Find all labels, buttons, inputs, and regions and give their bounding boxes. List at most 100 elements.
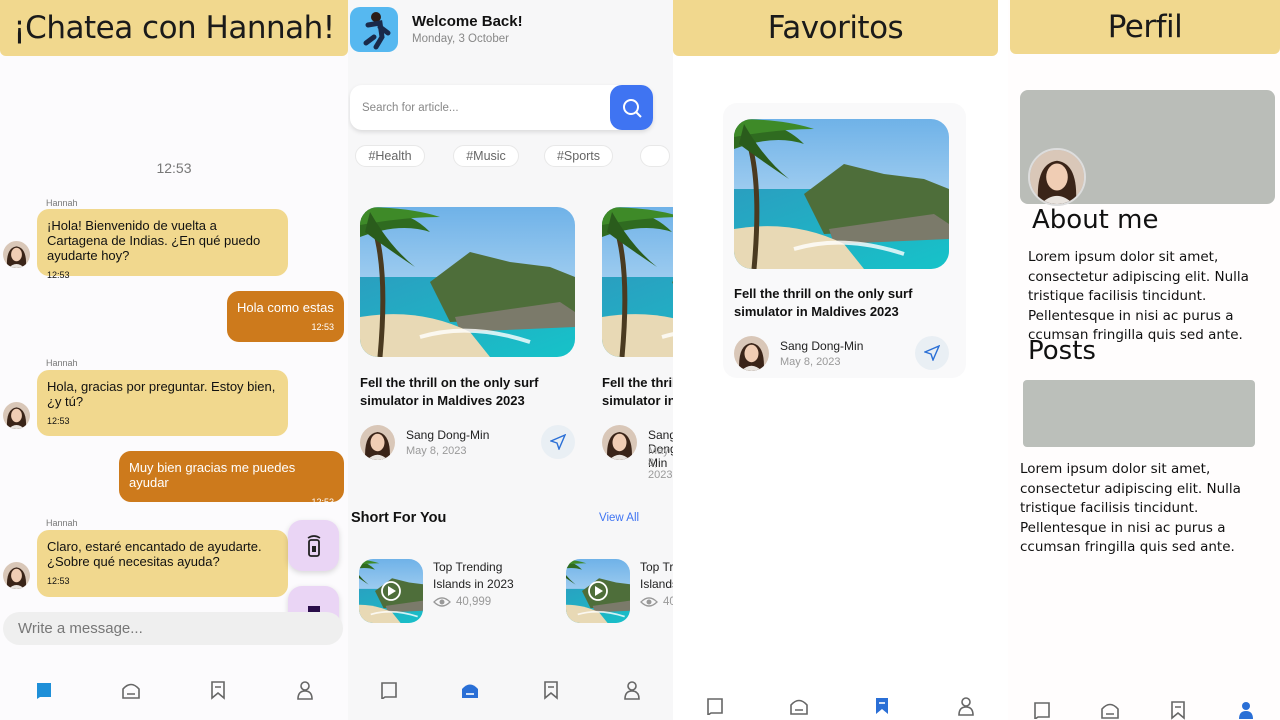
- about-heading: About me: [1032, 205, 1159, 235]
- nav-chat-button[interactable]: [377, 678, 401, 702]
- nav-home-button[interactable]: [1098, 698, 1122, 720]
- current-date: Monday, 3 October: [412, 33, 509, 45]
- message-sender: Hannah: [46, 358, 78, 368]
- profile-avatar[interactable]: [1028, 148, 1086, 206]
- article-date: May 8, 2023: [780, 356, 841, 368]
- chat-title: ¡Chatea con Hannah!: [13, 10, 335, 46]
- nav-bookmark-button[interactable]: [539, 678, 563, 702]
- welcome-heading: Welcome Back!: [412, 13, 523, 30]
- article-title[interactable]: Fell the thrill on the only surf simulat…: [734, 285, 939, 321]
- message-bubble-incoming: Claro, estaré encantado de ayudarte. ¿So…: [37, 530, 288, 597]
- bottom-nav: [1008, 690, 1280, 720]
- article-title[interactable]: Fell the thrill on the only surf simulat…: [360, 374, 565, 410]
- author-name: Sang Dong-Min: [406, 428, 490, 442]
- nav-profile-button[interactable]: [1234, 698, 1258, 720]
- short-title[interactable]: Top Trending Islands in 2023: [640, 559, 673, 593]
- short-section-title: Short For You: [351, 510, 447, 526]
- tag-chip[interactable]: #Health: [355, 145, 425, 167]
- favoritos-title: Favoritos: [767, 10, 904, 46]
- app-logo: [350, 7, 398, 52]
- article-image[interactable]: [360, 207, 575, 357]
- bottom-nav: [673, 686, 1008, 720]
- share-button[interactable]: [541, 425, 575, 459]
- home-icon: [789, 699, 808, 715]
- favoritos-panel: Favoritos Fell the thrill on the only su…: [673, 0, 1008, 720]
- nav-bookmark-button[interactable]: [1166, 698, 1190, 720]
- bookmark-icon: [876, 698, 889, 714]
- message-bubble-incoming: Hola, gracias por preguntar. Estoy bien,…: [37, 370, 288, 436]
- search-icon: [622, 98, 642, 118]
- chat-icon: [380, 682, 397, 699]
- phone-icon: [307, 534, 320, 557]
- share-button[interactable]: [915, 336, 949, 370]
- tag-chip[interactable]: #Music: [453, 145, 519, 167]
- profile-icon: [958, 697, 974, 716]
- chat-title-bar: ¡Chatea con Hannah!: [0, 0, 348, 56]
- view-count: 40,999: [663, 596, 673, 608]
- nav-home-button[interactable]: [119, 678, 143, 702]
- message-text: Claro, estaré encantado de ayudarte. ¿So…: [47, 539, 262, 569]
- article-image[interactable]: [602, 207, 673, 357]
- short-views: 40,999: [433, 596, 491, 608]
- nav-home-button[interactable]: [458, 678, 482, 702]
- nav-home-button[interactable]: [787, 694, 811, 718]
- short-views: 40,999: [640, 596, 673, 608]
- author-avatar: [602, 425, 637, 460]
- post-image-placeholder[interactable]: [1023, 380, 1255, 447]
- search-button[interactable]: [610, 85, 653, 130]
- article-title[interactable]: Fell the thrill on the only surf simulat…: [602, 374, 673, 410]
- nav-profile-button[interactable]: [293, 678, 317, 702]
- message-time: 12:53: [47, 576, 70, 586]
- message-text: Hola, gracias por preguntar. Estoy bien,…: [47, 379, 276, 409]
- tag-chip-partial[interactable]: [640, 145, 670, 167]
- author-avatar: [734, 336, 769, 371]
- message-input[interactable]: [3, 612, 343, 645]
- short-thumbnail[interactable]: [359, 559, 423, 623]
- article-image[interactable]: [734, 119, 949, 269]
- message-bubble-outgoing: Muy bien gracias me puedes ayudar 12:53: [119, 451, 344, 507]
- chat-timestamp: 12:53: [156, 160, 192, 176]
- home-icon: [461, 684, 478, 698]
- tag-chip[interactable]: #Sports: [544, 145, 613, 167]
- short-title[interactable]: Top Trending Islands in 2023: [433, 559, 543, 593]
- message-sender: Hannah: [46, 518, 78, 528]
- about-text: Lorem ipsum dolor sit amet, consectetur …: [1028, 249, 1249, 343]
- nav-bookmark-button[interactable]: [870, 694, 894, 718]
- nav-chat-button[interactable]: [32, 678, 56, 702]
- message-time: 12:53: [47, 416, 70, 426]
- message-time: 12:53: [311, 497, 334, 507]
- article-date: May 8, 2023: [648, 445, 673, 481]
- bookmark-icon: [1171, 701, 1185, 720]
- send-icon: [924, 345, 940, 361]
- perfil-panel: Perfil About me Lorem ipsum dolor sit am…: [1008, 0, 1280, 720]
- nav-chat-button[interactable]: [703, 694, 727, 718]
- chat-icon: [707, 698, 723, 715]
- message-bubble-outgoing: Hola como estas 12:53: [227, 291, 344, 342]
- runner-icon: [363, 12, 391, 50]
- eye-icon: [433, 597, 451, 607]
- hannah-avatar: [3, 241, 30, 268]
- nav-bookmark-button[interactable]: [206, 678, 230, 702]
- message-text: ¡Hola! Bienvenido de vuelta a Cartagena …: [47, 218, 261, 263]
- hannah-avatar: [3, 402, 30, 429]
- article-date: May 8, 2023: [406, 445, 467, 457]
- home-panel: Welcome Back! Monday, 3 October #Health …: [348, 0, 673, 720]
- phone-fab-button[interactable]: [288, 520, 339, 571]
- search-input[interactable]: [362, 98, 602, 118]
- short-thumbnail[interactable]: [566, 559, 630, 623]
- message-text: Hola como estas: [237, 300, 334, 315]
- chat-icon: [1034, 702, 1050, 719]
- message-time: 12:53: [311, 322, 334, 332]
- perfil-title: Perfil: [1107, 9, 1183, 45]
- nav-profile-button[interactable]: [620, 678, 644, 702]
- chat-icon: [36, 683, 51, 699]
- view-all-link[interactable]: View All: [599, 512, 639, 524]
- message-bubble-incoming: ¡Hola! Bienvenido de vuelta a Cartagena …: [37, 209, 288, 280]
- bookmark-icon: [210, 681, 225, 700]
- profile-icon: [624, 681, 641, 700]
- favoritos-title-bar: Favoritos: [673, 0, 998, 56]
- nav-profile-button[interactable]: [954, 694, 978, 718]
- bookmark-icon: [544, 681, 558, 700]
- message-text: Muy bien gracias me puedes ayudar: [129, 460, 296, 490]
- nav-chat-button[interactable]: [1030, 698, 1054, 720]
